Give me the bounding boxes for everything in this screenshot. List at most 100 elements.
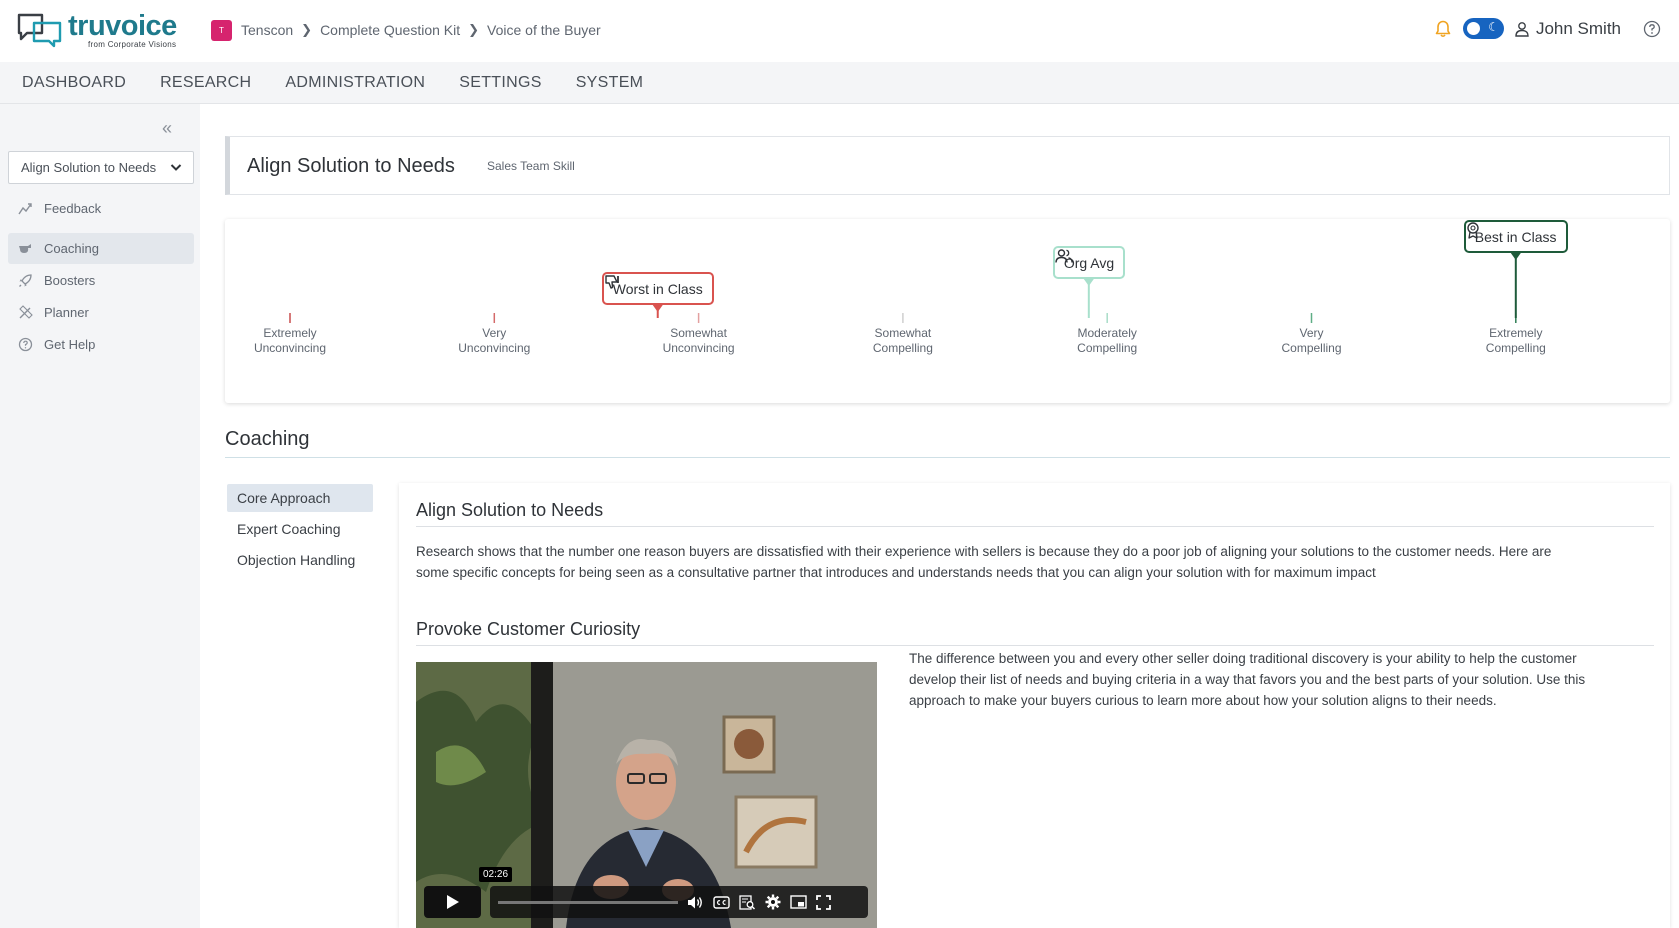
worst-in-class-label: Worst in Class: [612, 280, 703, 297]
chevron-down-icon: [170, 164, 182, 171]
heading-divider: [416, 526, 1654, 527]
scale-level-label-line: Compelling: [872, 341, 933, 355]
top-header: truvoice from Corporate Visions T Tensco…: [0, 0, 1679, 62]
scale-level-label-line: Moderately: [1077, 326, 1137, 340]
main-nav: DASHBOARD RESEARCH ADMINISTRATION SETTIN…: [0, 62, 1679, 104]
tab-core-approach[interactable]: Core Approach: [227, 484, 373, 512]
sidebar-item-coaching[interactable]: Coaching: [8, 233, 194, 264]
scale-level-label: Extremely Compelling: [1456, 326, 1576, 356]
chevron-right-icon: ❯: [468, 22, 480, 37]
nav-research[interactable]: RESEARCH: [160, 74, 251, 92]
sidebar-item-label: Boosters: [44, 273, 96, 288]
user-icon: [1515, 21, 1529, 37]
whistle-icon: [17, 241, 33, 257]
chat-bubbles-icon: [17, 13, 62, 48]
user-menu[interactable]: John Smith: [1514, 19, 1621, 39]
skill-rating-scale: Worst in Class Org Avg Best in Class Ext…: [225, 219, 1670, 403]
picture-in-picture-icon[interactable]: [790, 895, 807, 909]
sidebar-item-feedback[interactable]: Feedback: [8, 193, 194, 224]
scale-level-label-line: Somewhat: [670, 326, 727, 340]
nav-administration[interactable]: ADMINISTRATION: [285, 74, 425, 92]
skill-title-card: Align Solution to Needs Sales Team Skill: [225, 136, 1670, 195]
help-circle-icon[interactable]: [1643, 20, 1661, 38]
chart-line-icon: [17, 201, 33, 217]
breadcrumb-item-org[interactable]: Tenscon: [241, 22, 293, 38]
body-line-2: develop their list of needs and buying c…: [909, 672, 1586, 687]
skill-select[interactable]: Align Solution to Needs: [8, 151, 194, 184]
scale-level-label: Moderately Compelling: [1047, 326, 1167, 356]
body-line-1: The difference between you and every oth…: [909, 651, 1577, 666]
fullscreen-icon[interactable]: [816, 894, 831, 910]
sidebar-item-boosters[interactable]: Boosters: [8, 265, 194, 296]
video-progress-bar[interactable]: [498, 900, 678, 904]
best-in-class-label: Best in Class: [1474, 228, 1557, 245]
moon-icon: ☾: [1488, 20, 1499, 34]
coaching-content: Align Solution to Needs Research shows t…: [399, 483, 1670, 928]
scale-level-label-line: Compelling: [1281, 341, 1342, 355]
sidebar: « Align Solution to Needs Feedback Coach…: [0, 104, 200, 928]
user-name: John Smith: [1535, 18, 1621, 38]
video-control-bar: [490, 886, 868, 918]
sidebar-item-label: Feedback: [44, 201, 102, 216]
scale-level-label-line: Somewhat: [874, 326, 932, 340]
scale-level-label-line: Extremely: [1489, 326, 1543, 340]
transcript-search-icon[interactable]: [739, 894, 756, 910]
video-controls: [424, 886, 868, 918]
users-icon: [1055, 249, 1073, 263]
settings-gear-icon[interactable]: [765, 894, 781, 910]
scale-level-label: Extremely Unconvincing: [230, 326, 350, 356]
breadcrumb-item-kit[interactable]: Complete Question Kit: [320, 22, 460, 38]
sidebar-item-get-help[interactable]: Get Help: [8, 329, 194, 360]
sidebar-item-label: Get Help: [44, 337, 96, 352]
question-circle-icon: [17, 337, 33, 353]
volume-icon[interactable]: [687, 895, 704, 910]
org-avg-stem-pointer: [1083, 279, 1094, 286]
scale-level-label-line: Extremely: [263, 326, 317, 340]
thumbs-down-icon: [605, 275, 619, 289]
coaching-section-title: Coaching: [225, 428, 310, 450]
breadcrumb-item-current[interactable]: Voice of the Buyer: [487, 22, 601, 38]
coaching-video[interactable]: 02:26: [416, 662, 877, 928]
dark-mode-toggle[interactable]: ☾: [1462, 18, 1504, 39]
play-button[interactable]: [424, 886, 481, 918]
scale-level-label-line: Compelling: [1485, 341, 1546, 355]
nav-settings[interactable]: SETTINGS: [459, 74, 541, 92]
intro-line-1: Research shows that the number one reaso…: [416, 544, 1552, 559]
scale-level-label: Somewhat Compelling: [843, 326, 963, 356]
intro-line-2: some specific concepts for being seen as…: [416, 565, 1376, 580]
coaching-tabs: Core Approach Expert Coaching Objection …: [227, 484, 373, 577]
worst-in-class-marker[interactable]: Worst in Class: [601, 272, 714, 305]
scale-level-label-line: Very: [482, 326, 507, 340]
breadcrumb: T Tenscon ❯ Complete Question Kit ❯ Voic…: [211, 19, 601, 41]
header-actions: ☾ John Smith: [1433, 18, 1661, 39]
sidebar-item-label: Planner: [44, 305, 89, 320]
rating-scale-line: [289, 253, 1521, 323]
brand-name: truvoice: [68, 10, 177, 42]
scale-level-label-line: Compelling: [1077, 341, 1138, 355]
tab-objection-handling[interactable]: Objection Handling: [227, 546, 373, 574]
best-in-class-stem-pointer: [1510, 253, 1521, 260]
org-avg-marker[interactable]: Org Avg: [1052, 246, 1126, 279]
scale-level-label: Somewhat Unconvincing: [639, 326, 759, 356]
brand-subtitle: from Corporate Visions: [88, 40, 177, 49]
closed-captions-icon[interactable]: [713, 895, 730, 909]
collapse-sidebar-icon[interactable]: «: [162, 118, 172, 139]
chevron-right-icon: ❯: [301, 22, 313, 37]
nav-system[interactable]: SYSTEM: [576, 74, 644, 92]
best-in-class-marker[interactable]: Best in Class: [1463, 220, 1568, 253]
org-badge: T: [211, 19, 232, 41]
scale-level-label-line: Unconvincing: [458, 341, 531, 355]
play-icon: [446, 895, 459, 909]
body-line-3: approach to make your buyers curious to …: [909, 693, 1497, 708]
tab-expert-coaching[interactable]: Expert Coaching: [227, 515, 373, 543]
truvoice-logo[interactable]: truvoice from Corporate Visions: [16, 10, 191, 52]
subheading-divider: [416, 645, 1654, 646]
award-ribbon-icon: [1467, 222, 1479, 239]
worst-in-class-stem-pointer: [652, 305, 663, 312]
bell-icon[interactable]: [1433, 19, 1453, 39]
nav-dashboard[interactable]: DASHBOARD: [22, 74, 126, 92]
sidebar-item-label: Coaching: [44, 241, 99, 256]
pen-ruler-icon: [17, 305, 33, 321]
sidebar-item-planner[interactable]: Planner: [8, 297, 194, 328]
scale-level-label-line: Unconvincing: [662, 341, 735, 355]
